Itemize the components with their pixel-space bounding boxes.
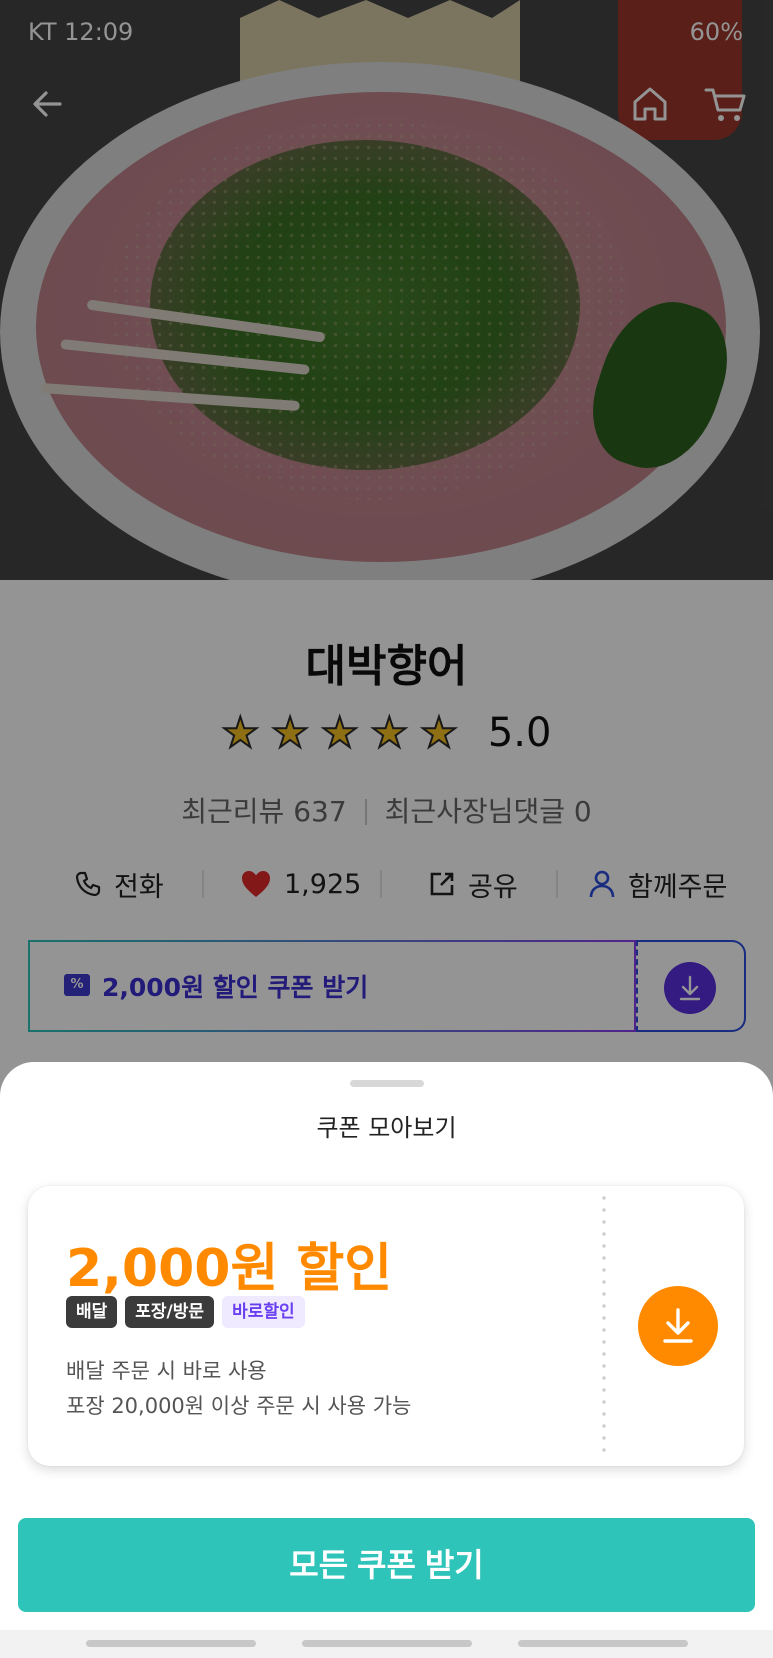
download-icon xyxy=(663,1308,693,1343)
coupon-tags: 배달 포장/방문 바로할인 xyxy=(66,1296,305,1328)
coupon-conditions: 배달 주문 시 바로 사용 포장 20,000원 이상 주문 시 사용 가능 xyxy=(66,1354,411,1424)
perforation-divider xyxy=(602,1192,606,1460)
coupon-download-button[interactable] xyxy=(638,1286,718,1366)
nav-recent-button[interactable] xyxy=(86,1640,256,1647)
tag-instant-discount: 바로할인 xyxy=(222,1296,305,1328)
get-all-coupons-button[interactable]: 모든 쿠폰 받기 xyxy=(18,1518,755,1612)
tag-pickup: 포장/방문 xyxy=(125,1296,215,1328)
nav-home-button[interactable] xyxy=(302,1640,472,1647)
coupon-condition-delivery: 배달 주문 시 바로 사용 xyxy=(66,1359,267,1383)
coupon-amount: 2,000원 할인 xyxy=(66,1239,393,1299)
sheet-title: 쿠폰 모아보기 xyxy=(316,1114,457,1142)
coupon-bottom-sheet: 쿠폰 모아보기 2,000원 할인 배달 포장/방문 바로할인 배달 주문 시 … xyxy=(0,1062,773,1658)
tag-delivery: 배달 xyxy=(66,1296,118,1328)
coupon-condition-pickup: 포장 20,000원 이상 주문 시 사용 가능 xyxy=(66,1394,412,1418)
coupon-card: 2,000원 할인 배달 포장/방문 바로할인 배달 주문 시 바로 사용 포장… xyxy=(28,1186,744,1466)
sheet-drag-handle[interactable] xyxy=(350,1080,424,1087)
nav-back-button[interactable] xyxy=(518,1640,688,1647)
